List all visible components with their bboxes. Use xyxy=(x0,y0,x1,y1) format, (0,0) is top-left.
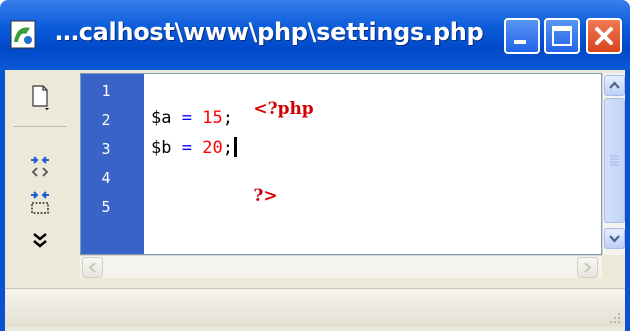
vertical-scrollbar[interactable] xyxy=(602,73,625,255)
minimize-button[interactable] xyxy=(504,18,540,54)
line-number: 3 xyxy=(101,140,111,158)
text-caret xyxy=(233,137,237,157)
more-tools-icon[interactable] xyxy=(25,225,55,255)
scroll-right-button[interactable] xyxy=(577,257,598,278)
code-line-3: $b = 20; xyxy=(151,137,237,158)
close-button[interactable] xyxy=(586,18,622,54)
line-number: 5 xyxy=(101,198,111,216)
resize-grip-icon[interactable] xyxy=(607,309,621,323)
line-number: 2 xyxy=(101,111,111,129)
maximize-button[interactable] xyxy=(544,18,580,54)
line-number: 1 xyxy=(101,82,111,100)
horizontal-scrollbar[interactable] xyxy=(80,255,602,278)
operator: = xyxy=(171,108,203,128)
scroll-up-button[interactable] xyxy=(604,75,625,96)
code-editor[interactable]: 1 2 3 4 5 <?php $a = 15; $b = 20; ?> xyxy=(80,73,602,255)
coding-toolbar xyxy=(5,70,75,288)
number-literal: 20 xyxy=(202,138,223,158)
dreamweaver-file-icon xyxy=(10,20,38,50)
chevron-down-icon xyxy=(609,235,620,243)
collapse-full-tag-icon[interactable] xyxy=(25,188,55,218)
operator: = xyxy=(171,138,203,158)
window-frame: 1 2 3 4 5 <?php $a = 15; $b = 20; ?> xyxy=(0,70,630,331)
collapse-selection-icon[interactable] xyxy=(25,152,55,182)
line-number: 4 xyxy=(101,169,111,187)
close-icon xyxy=(595,27,613,45)
code-line-2: $a = 15; xyxy=(151,108,233,128)
editor-window: …calhost\www\php\settings.php 1 2 3 4 5 … xyxy=(0,0,630,331)
minimize-icon xyxy=(514,40,526,44)
client-area: 1 2 3 4 5 <?php $a = 15; $b = 20; ?> xyxy=(5,70,625,331)
chevron-left-icon xyxy=(88,262,96,273)
scroll-left-button[interactable] xyxy=(82,257,103,278)
code-line-4: ?> xyxy=(151,166,278,226)
variable: $a xyxy=(151,108,172,128)
status-bar xyxy=(5,288,625,327)
title-bar[interactable]: …calhost\www\php\settings.php xyxy=(0,0,630,70)
line-number-gutter: 1 2 3 4 5 xyxy=(81,74,144,254)
document-options-icon[interactable] xyxy=(25,82,55,112)
variable: $b xyxy=(151,138,172,158)
grip-icon xyxy=(610,155,619,166)
statement-end: ; xyxy=(222,108,233,128)
chevron-right-icon xyxy=(584,262,592,273)
scroll-down-button[interactable] xyxy=(604,228,625,249)
toolbar-divider xyxy=(13,126,67,127)
maximize-icon xyxy=(552,26,572,46)
php-close-tag: ?> xyxy=(253,186,278,206)
vertical-scroll-thumb[interactable] xyxy=(604,98,625,223)
php-open-tag: <?php xyxy=(253,99,314,119)
statement-end: ; xyxy=(222,138,233,158)
chevron-up-icon xyxy=(609,81,620,89)
window-title: …calhost\www\php\settings.php xyxy=(55,18,484,46)
number-literal: 15 xyxy=(202,108,223,128)
